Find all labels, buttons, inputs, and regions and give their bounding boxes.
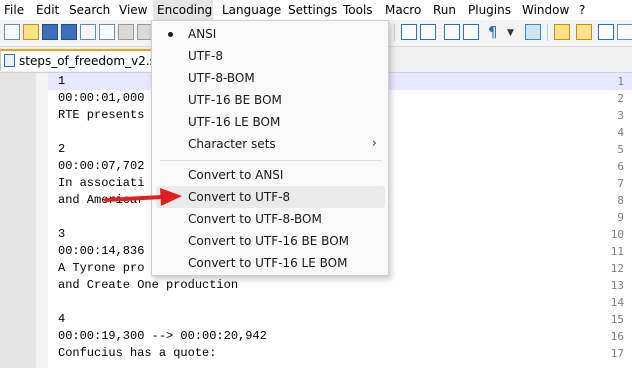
menu-separator <box>160 160 382 161</box>
line-number: 16 <box>610 330 624 343</box>
encoding-utf16-le-bom-item[interactable]: UTF-16 LE BOM <box>156 111 385 133</box>
open-file-icon[interactable] <box>23 24 39 40</box>
line-number: 13 <box>610 279 624 292</box>
code-line[interactable]: A Tyrone pro <box>58 260 144 277</box>
code-line[interactable]: 00:00:19,300 --> 00:00:20,942 <box>58 328 267 345</box>
convert-to-utf8-item[interactable]: Convert to UTF-8 <box>156 186 385 208</box>
line-number: 14 <box>610 296 624 309</box>
convert-to-utf16-be-bom-item[interactable]: Convert to UTF-16 BE BOM <box>156 230 385 252</box>
menu-view[interactable]: View <box>119 0 147 20</box>
encoding-utf8-item[interactable]: UTF-8 <box>156 45 385 67</box>
line-number: 3 <box>617 109 624 122</box>
code-line[interactable]: 00:00:07,702 <box>58 158 144 175</box>
menu-macro[interactable]: Macro <box>385 0 425 20</box>
line-number: 8 <box>617 194 624 207</box>
menu-item-label: UTF-16 LE BOM <box>188 115 281 129</box>
convert-to-ansi-item[interactable]: Convert to ANSI <box>156 164 385 186</box>
line-number: 11 <box>610 245 624 258</box>
code-line[interactable]: 1 <box>58 73 65 90</box>
line-number: 12 <box>610 262 624 275</box>
red-arrow-icon <box>104 188 182 206</box>
menu-help[interactable]: ? <box>579 0 591 20</box>
menu-item-label: Convert to UTF-16 BE BOM <box>188 234 350 248</box>
code-line[interactable]: Confucius has a quote: <box>58 345 216 362</box>
wrap-icon[interactable] <box>463 24 479 40</box>
show-all-chars-icon[interactable]: ¶ <box>488 23 498 41</box>
line-number: 1 <box>617 75 624 88</box>
convert-to-utf16-le-bom-item[interactable]: Convert to UTF-16 LE BOM <box>156 252 385 274</box>
encoding-menu: ANSI UTF-8 UTF-8-BOM UTF-16 BE BOM UTF-1… <box>151 20 389 276</box>
menu-search[interactable]: Search <box>69 0 111 20</box>
arrow-shaft <box>104 195 164 202</box>
code-line[interactable]: 2 <box>58 141 65 158</box>
menu-encoding[interactable]: Encoding <box>153 0 213 20</box>
zoom-in-icon[interactable] <box>401 24 417 40</box>
new-file-icon[interactable] <box>4 24 20 40</box>
doc-map-icon[interactable] <box>576 24 592 40</box>
code-line[interactable]: RTE presents <box>58 107 144 124</box>
line-number: 15 <box>610 313 624 326</box>
menu-item-label: Convert to ANSI <box>188 168 284 182</box>
close-icon[interactable] <box>80 24 96 40</box>
menu-item-label: ANSI <box>188 27 217 41</box>
code-line[interactable]: 3 <box>58 226 65 243</box>
code-line[interactable]: 00:00:01,000 <box>58 90 144 107</box>
chevron-down-icon[interactable]: ▼ <box>507 24 514 42</box>
save-all-icon[interactable] <box>61 24 77 40</box>
line-number: 17 <box>610 347 624 360</box>
code-line[interactable]: 00:00:14,836 <box>58 243 144 260</box>
menu-item-label: UTF-8 <box>188 49 223 63</box>
character-sets-item[interactable]: Character sets › <box>156 133 385 155</box>
selected-bullet-icon <box>168 32 173 37</box>
sync-vertical-icon[interactable] <box>444 24 460 40</box>
save-icon[interactable] <box>42 24 58 40</box>
menu-file[interactable]: File <box>4 0 28 20</box>
tab-steps-of-freedom[interactable]: steps_of_freedom_v2.srt <box>0 49 166 71</box>
line-number: 9 <box>617 211 624 224</box>
menu-item-label: Convert to UTF-8 <box>188 190 291 204</box>
menu-window[interactable]: Window <box>522 0 569 20</box>
print-icon[interactable] <box>118 24 134 40</box>
menu-item-label: Convert to UTF-16 LE BOM <box>188 256 348 270</box>
tab-label: steps_of_freedom_v2.srt <box>19 54 166 68</box>
menu-settings[interactable]: Settings <box>288 0 337 20</box>
menu-item-label: UTF-8-BOM <box>188 71 255 85</box>
menu-bar: File Edit Search View Encoding Language … <box>0 0 632 20</box>
line-number-gutter <box>0 73 36 368</box>
line-number: 4 <box>617 126 624 139</box>
file-icon <box>4 54 15 67</box>
line-number: 10 <box>610 228 624 241</box>
close-all-icon[interactable] <box>99 24 115 40</box>
indent-guide-icon[interactable] <box>525 24 541 40</box>
line-number: 5 <box>617 143 624 156</box>
menu-item-label: Character sets <box>188 137 276 151</box>
zoom-out-icon[interactable] <box>420 24 436 40</box>
code-line[interactable]: and Create One production <box>58 277 238 294</box>
chevron-right-icon: › <box>371 136 377 151</box>
menu-edit[interactable]: Edit <box>36 0 60 20</box>
line-number: 2 <box>617 92 624 105</box>
toolbar-separator <box>547 24 548 41</box>
menu-item-label: UTF-16 BE BOM <box>188 93 282 107</box>
udl-icon[interactable] <box>554 24 570 40</box>
menu-tools[interactable]: Tools <box>343 0 375 20</box>
fold-margin <box>36 73 48 368</box>
encoding-utf16-be-bom-item[interactable]: UTF-16 BE BOM <box>156 89 385 111</box>
convert-to-utf8-bom-item[interactable]: Convert to UTF-8-BOM <box>156 208 385 230</box>
arrow-head <box>160 188 182 206</box>
toolbar-separator <box>394 24 395 41</box>
menu-language[interactable]: Language <box>222 0 281 20</box>
code-line[interactable]: 4 <box>58 311 65 328</box>
line-number: 7 <box>617 177 624 190</box>
menu-item-label: Convert to UTF-8-BOM <box>188 212 322 226</box>
folder-workspace-icon[interactable] <box>617 24 632 40</box>
function-list-icon[interactable] <box>598 24 614 40</box>
menu-plugins[interactable]: Plugins <box>468 0 512 20</box>
encoding-utf8-bom-item[interactable]: UTF-8-BOM <box>156 67 385 89</box>
encoding-ansi-item[interactable]: ANSI <box>156 23 385 45</box>
line-number: 6 <box>617 160 624 173</box>
menu-run[interactable]: Run <box>433 0 457 20</box>
